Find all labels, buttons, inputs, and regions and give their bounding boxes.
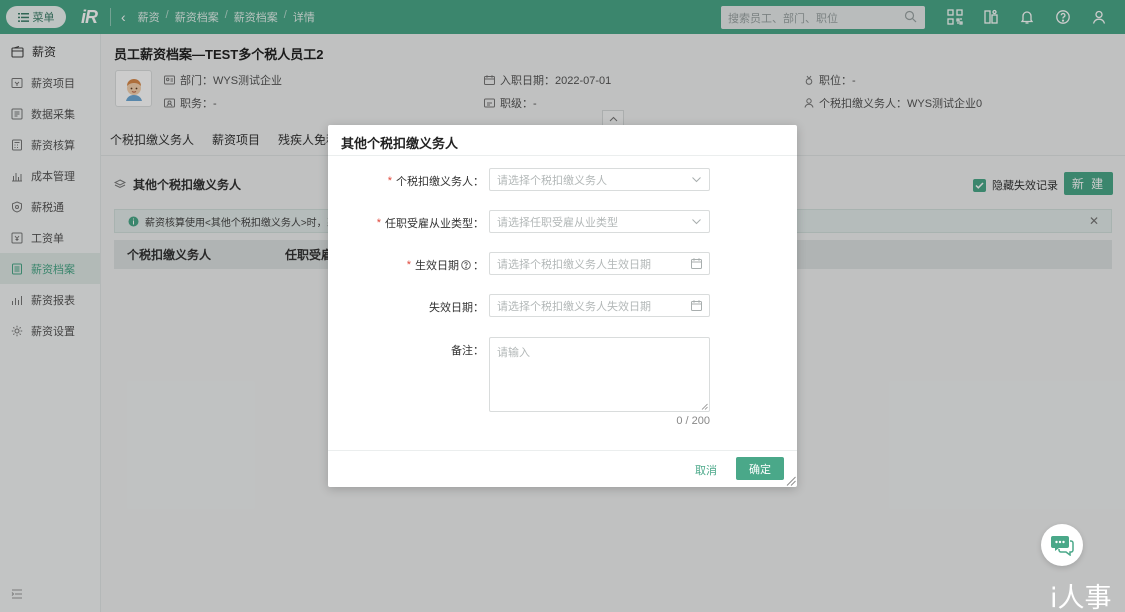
calendar-icon: [691, 258, 702, 269]
calendar-icon: [691, 300, 702, 311]
effective-date-label: * 生效日期 ：: [406, 259, 484, 272]
tax-agent-select[interactable]: 请选择个税扣缴义务人: [489, 168, 710, 191]
tax-agent-label: * 个税扣缴义务人：: [387, 175, 484, 188]
required-mark: *: [406, 259, 411, 271]
employment-type-label: * 任职受雇从业类型：: [376, 217, 484, 230]
resize-handle-icon[interactable]: [701, 403, 708, 410]
watermark-logo: i人事: [1050, 583, 1112, 612]
expiry-date-picker[interactable]: 请选择个税扣缴义务人失效日期: [489, 294, 710, 317]
remark-label: 备注：: [451, 345, 484, 357]
required-mark: *: [387, 175, 392, 187]
effective-date-picker[interactable]: 请选择个税扣缴义务人生效日期: [489, 252, 710, 275]
confirm-button[interactable]: 确定: [736, 457, 784, 480]
employment-type-select[interactable]: 请选择任职受雇从业类型: [489, 210, 710, 233]
chat-icon: [1051, 536, 1074, 556]
chat-button[interactable]: [1041, 524, 1083, 566]
cancel-button[interactable]: 取消: [695, 462, 717, 478]
expiry-date-label: 失效日期：: [429, 302, 484, 314]
chevron-down-icon: [692, 219, 701, 225]
chevron-down-icon: [692, 177, 701, 183]
divider: [328, 450, 797, 451]
dialog-title: 其他个税扣缴义务人: [341, 136, 459, 151]
divider: [328, 155, 797, 156]
required-mark: *: [376, 217, 381, 229]
resize-handle-icon[interactable]: [786, 476, 796, 486]
char-counter: 0 / 200: [676, 415, 710, 427]
remark-textarea[interactable]: 请输入: [489, 337, 710, 412]
tax-agent-dialog: 其他个税扣缴义务人 * 个税扣缴义务人： 请选择个税扣缴义务人 * 任职受雇从业…: [328, 125, 797, 487]
help-icon[interactable]: [461, 260, 471, 270]
